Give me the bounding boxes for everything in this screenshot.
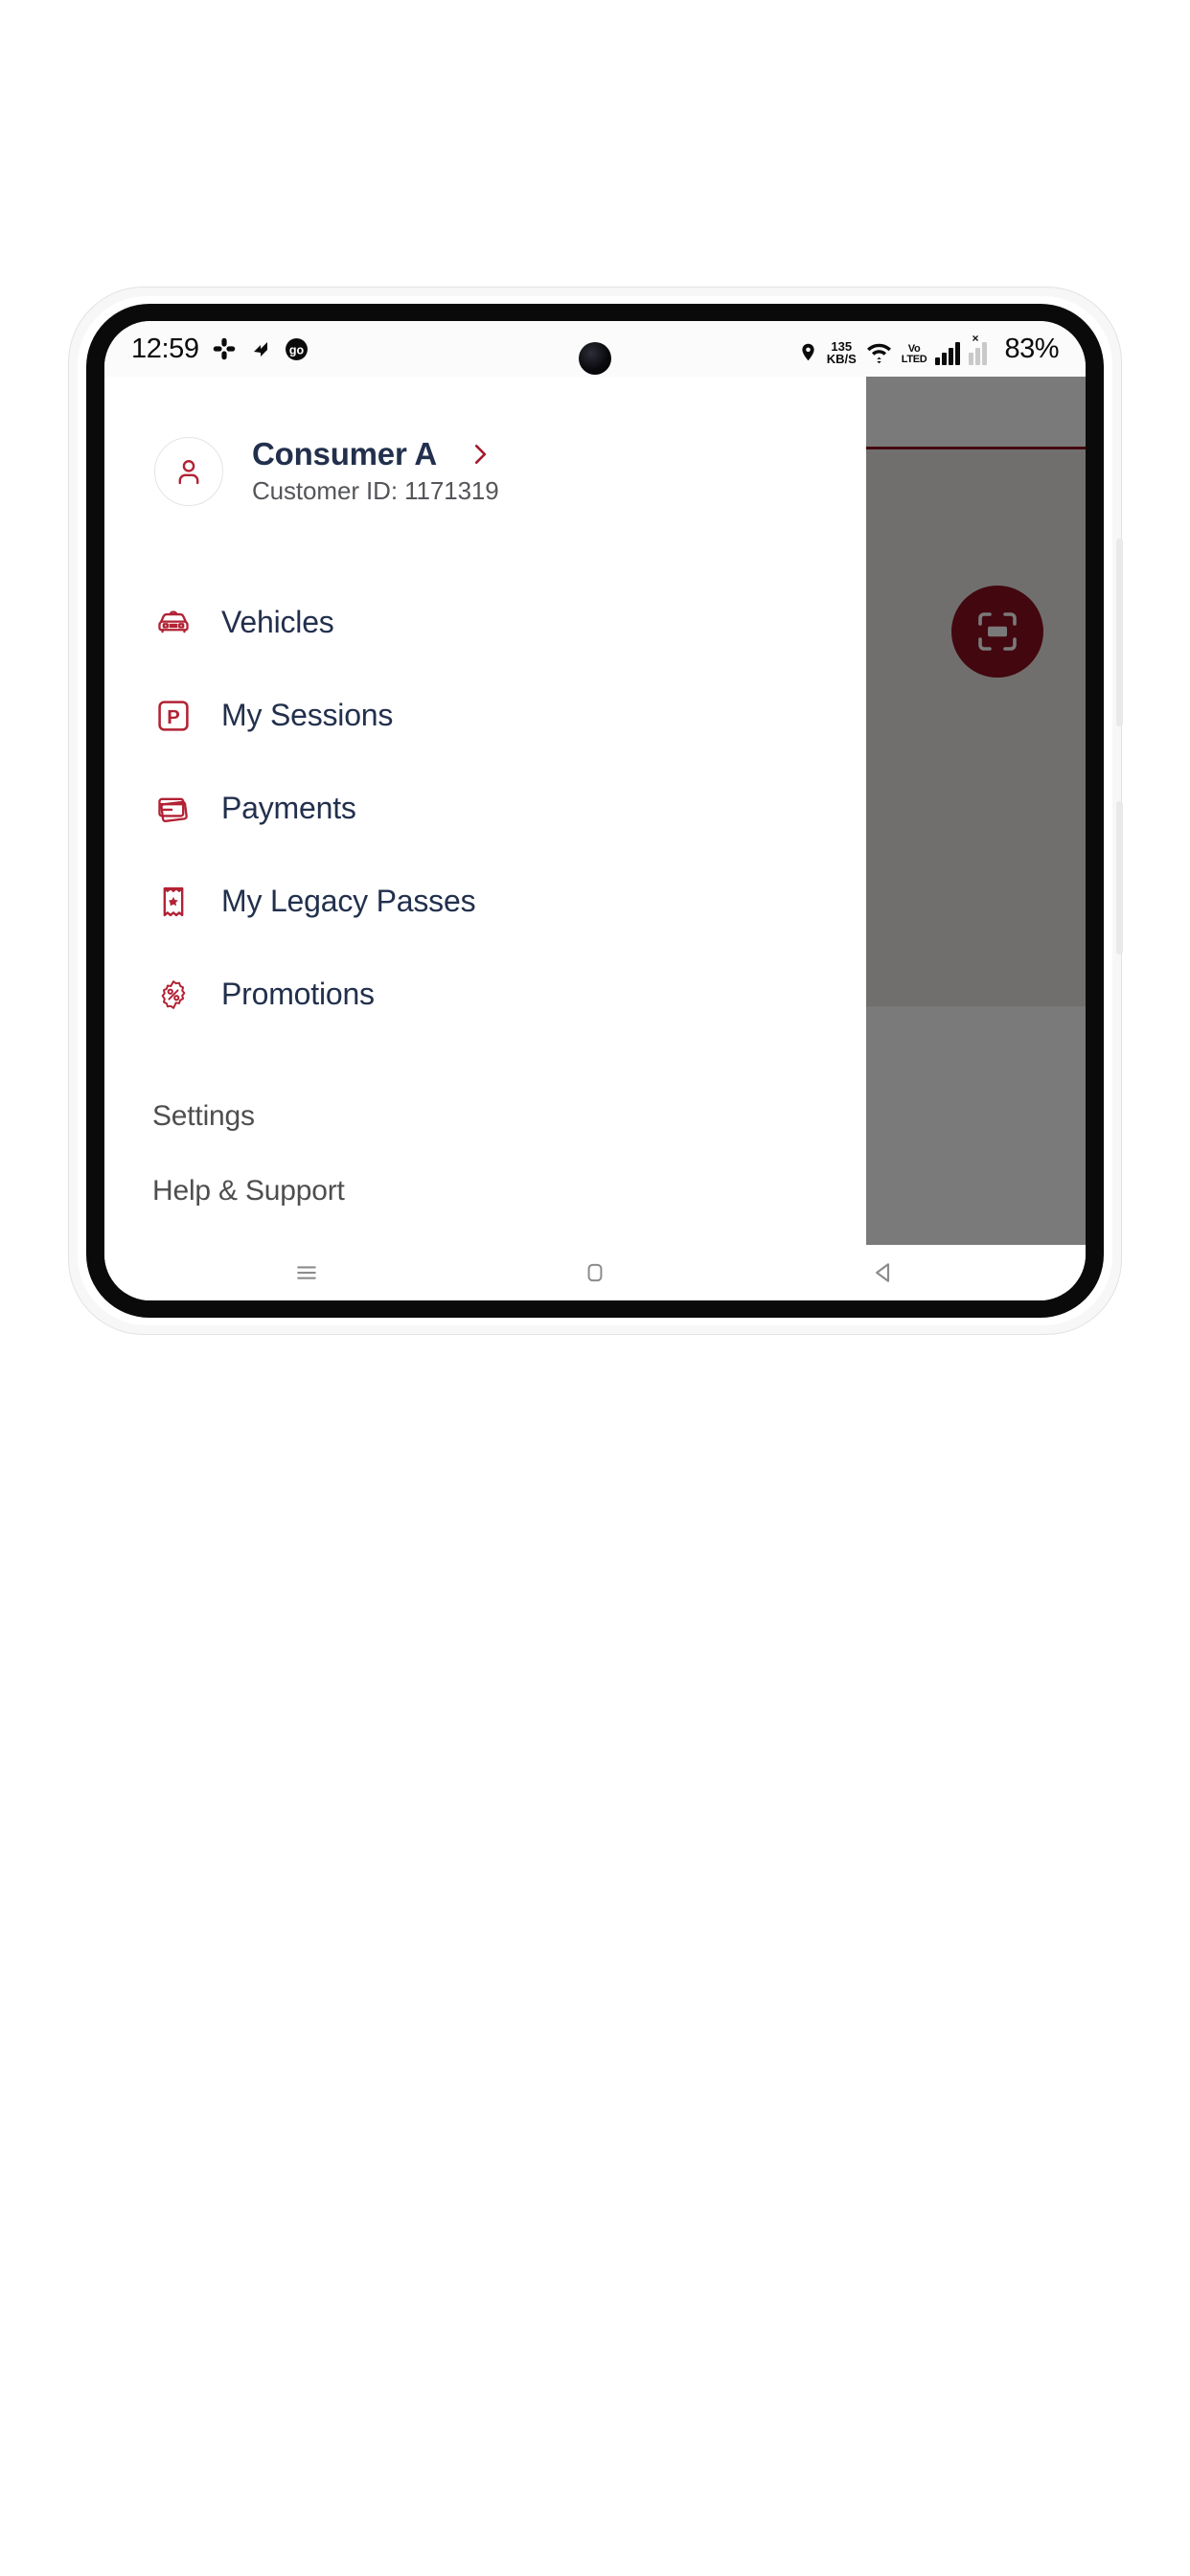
recents-icon xyxy=(296,1266,316,1279)
go-arrow-icon xyxy=(253,342,267,356)
ticket-star-icon xyxy=(154,884,193,920)
network-speed-indicator: 135 KB/S xyxy=(827,340,857,365)
credit-card-icon xyxy=(154,793,193,825)
sidebar-item-my-sessions[interactable]: P My Sessions xyxy=(154,669,822,762)
profile-header[interactable]: Consumer A Customer ID: 1171319 xyxy=(154,377,822,506)
signal-bars-icon xyxy=(935,341,961,365)
go-badge-icon: go xyxy=(285,337,308,360)
network-speed-unit: KB/S xyxy=(826,351,857,366)
parking-p-icon: P xyxy=(154,699,193,733)
sidebar-item-promotions[interactable]: Promotions xyxy=(154,948,822,1041)
sidebar-item-my-legacy-passes[interactable]: My Legacy Passes xyxy=(154,855,822,948)
status-bar-clock: 12:59 xyxy=(131,333,199,364)
slack-icon xyxy=(213,337,235,360)
signal-bars-sim2-icon: × xyxy=(969,332,994,365)
discount-badge-icon xyxy=(154,978,193,1011)
navigation-drawer: Consumer A Customer ID: 1171319 Vehicles… xyxy=(104,377,866,1287)
secondary-nav-list: Settings Help & Support xyxy=(149,1068,822,1229)
customer-id-label: Customer ID: 1171319 xyxy=(252,476,499,505)
volte-bottom-text: LTED xyxy=(901,353,927,365)
location-icon xyxy=(802,343,814,360)
phone-screen: Barbeq Koram TEACHER'S COLONY a Ahaara C… xyxy=(104,321,1086,1300)
sidebar-item-label: Help & Support xyxy=(152,1175,345,1207)
back-button[interactable] xyxy=(850,1258,917,1287)
home-button[interactable] xyxy=(561,1259,629,1286)
sidebar-item-label: My Sessions xyxy=(221,698,394,732)
svg-text:go: go xyxy=(288,343,304,356)
sidebar-item-label: Payments xyxy=(221,791,356,825)
chevron-right-icon[interactable] xyxy=(468,439,492,470)
volume-button[interactable] xyxy=(1116,539,1123,726)
phone-mockup: Barbeq Koram TEACHER'S COLONY a Ahaara C… xyxy=(69,288,1123,1334)
sidebar-item-label: My Legacy Passes xyxy=(221,884,476,918)
volte-top-text: Vo xyxy=(907,342,921,355)
avatar xyxy=(154,436,223,506)
car-icon xyxy=(154,607,193,639)
home-square-icon xyxy=(587,1263,603,1282)
primary-nav-list: Vehicles P My Sessions Payments My Legac… xyxy=(149,559,822,1041)
sidebar-item-help-support[interactable]: Help & Support xyxy=(152,1154,822,1229)
sidebar-item-payments[interactable]: Payments xyxy=(154,762,822,855)
recents-button[interactable] xyxy=(273,1258,340,1287)
power-button[interactable] xyxy=(1116,801,1123,954)
profile-name: Consumer A xyxy=(252,436,437,472)
sidebar-item-label: Settings xyxy=(152,1100,255,1132)
android-navigation-bar xyxy=(104,1245,1086,1300)
wifi-icon xyxy=(866,343,891,363)
battery-percent-label: 83% xyxy=(1004,333,1059,364)
no-service-x-icon: × xyxy=(972,331,979,345)
sidebar-item-vehicles[interactable]: Vehicles xyxy=(154,576,822,669)
sidebar-item-settings[interactable]: Settings xyxy=(152,1079,822,1154)
network-speed-value: 135 xyxy=(831,338,853,354)
back-triangle-icon xyxy=(876,1263,890,1282)
volte-indicator: Vo LTED xyxy=(901,342,927,365)
svg-text:P: P xyxy=(167,707,180,728)
sidebar-item-label: Vehicles xyxy=(221,605,334,639)
person-icon xyxy=(178,459,199,484)
front-camera-punch-hole xyxy=(579,342,611,375)
sidebar-item-label: Promotions xyxy=(221,977,375,1011)
